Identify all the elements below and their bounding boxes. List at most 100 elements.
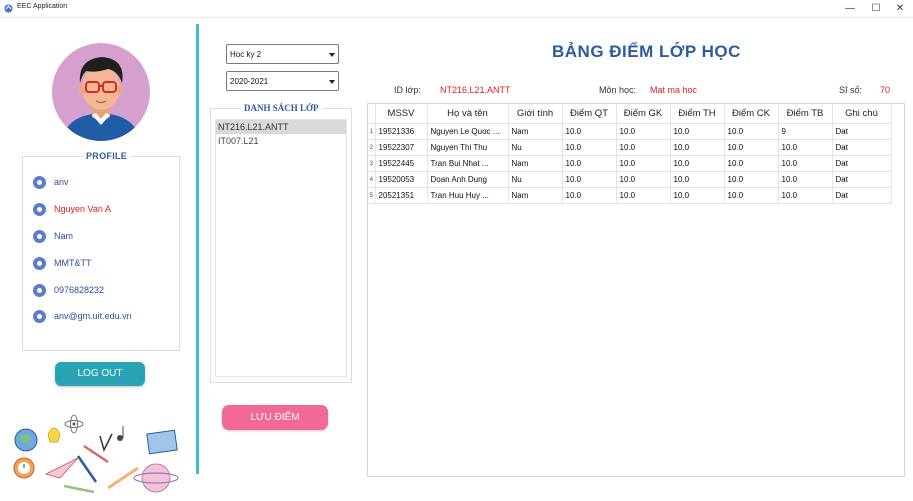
column-header-qt[interactable]: Điểm QT (562, 104, 617, 124)
table-header-row: MSSV Họ và tên Giới tính Điểm QT Điểm GK… (368, 104, 892, 124)
column-header-gk[interactable]: Điểm GK (616, 104, 671, 124)
class-list-item[interactable]: NT216.L21.ANTT (216, 120, 346, 134)
column-header-gender[interactable]: Giới tính (508, 104, 563, 124)
cell-note[interactable]: Dat (832, 139, 892, 156)
cell-tb[interactable]: 10.0 (778, 187, 833, 204)
cell-gender[interactable]: Nam (508, 155, 563, 172)
person-icon (33, 202, 46, 216)
window-title: EEC Application (17, 3, 68, 10)
cell-gk[interactable]: 10.0 (616, 139, 671, 156)
logout-button[interactable]: LOG OUT (55, 362, 145, 386)
profile-gender: Nam (54, 231, 74, 241)
cell-ck[interactable]: 10.0 (724, 187, 779, 204)
class-listbox[interactable]: NT216.L21.ANTT IT007.L21 (215, 119, 347, 377)
cell-qt[interactable]: 10.0 (562, 171, 617, 188)
table-row[interactable]: 5 20521351 Tran Huu Huy ... Nam 10.0 10.… (368, 187, 892, 204)
cell-th[interactable]: 10.0 (670, 171, 725, 188)
cell-gk[interactable]: 10.0 (616, 171, 671, 188)
cell-note[interactable]: Dat (832, 123, 892, 140)
grades-table-container: MSSV Họ và tên Giới tính Điểm QT Điểm GK… (367, 103, 905, 477)
cell-gk[interactable]: 10.0 (616, 155, 671, 172)
cell-name[interactable]: Doan Anh Dung (427, 171, 509, 188)
email-icon (33, 309, 46, 323)
year-select-value: 2020-2021 (230, 77, 269, 86)
maximize-button[interactable]: ☐ (863, 0, 889, 17)
semester-select-value: Hoc ky 2 (230, 50, 262, 59)
cell-gender[interactable]: Nam (508, 123, 563, 140)
row-number: 3 (368, 155, 376, 172)
cell-ck[interactable]: 10.0 (724, 171, 779, 188)
cell-gk[interactable]: 10.0 (616, 187, 671, 204)
class-id-value: NT216.L21.ANTT (440, 85, 511, 95)
cell-gender[interactable]: Nu (508, 171, 563, 188)
cell-th[interactable]: 10.0 (670, 123, 725, 140)
education-doodles-illustration (13, 414, 179, 494)
profile-fullname-row: Nguyen Van A (33, 201, 111, 217)
column-header-th[interactable]: Điểm TH (670, 104, 725, 124)
class-size-label: Sĩ số: (839, 85, 863, 95)
profile-email-row: anv@gm.uit.edu.vn (33, 308, 132, 324)
class-id-label: ID lớp: (394, 85, 421, 95)
profile-phone-row: 0976828232 (33, 282, 104, 298)
cell-qt[interactable]: 10.0 (562, 123, 617, 140)
cell-gk[interactable]: 10.0 (616, 123, 671, 140)
cell-mssv[interactable]: 19522445 (375, 155, 428, 172)
row-number-header (368, 104, 376, 124)
cell-tb[interactable]: 10.0 (778, 155, 833, 172)
cell-ck[interactable]: 10.0 (724, 139, 779, 156)
profile-username-row: anv (33, 174, 69, 190)
cell-note[interactable]: Dat (832, 187, 892, 204)
cell-name[interactable]: Nguyen Le Quoc ... (427, 123, 509, 140)
cell-ck[interactable]: 10.0 (724, 155, 779, 172)
year-select[interactable]: 2020-2021 (226, 71, 339, 91)
cell-tb[interactable]: 9 (778, 123, 833, 140)
minimize-button[interactable]: — (837, 0, 863, 17)
table-row[interactable]: 1 19521336 Nguyen Le Quoc ... Nam 10.0 1… (368, 123, 892, 140)
user-id-icon (33, 175, 46, 189)
cell-mssv[interactable]: 19520053 (375, 171, 428, 188)
class-list-item[interactable]: IT007.L21 (216, 134, 346, 148)
cell-note[interactable]: Dat (832, 171, 892, 188)
column-header-ck[interactable]: Điểm CK (724, 104, 779, 124)
cell-th[interactable]: 10.0 (670, 155, 725, 172)
cell-th[interactable]: 10.0 (670, 139, 725, 156)
cell-note[interactable]: Dat (832, 155, 892, 172)
close-button[interactable]: ✕ (887, 0, 913, 17)
profile-department: MMT&TT (54, 258, 92, 268)
cell-tb[interactable]: 10.0 (778, 139, 833, 156)
row-number: 4 (368, 171, 376, 188)
class-size-value: 70 (880, 85, 891, 95)
cell-qt[interactable]: 10.0 (562, 139, 617, 156)
cell-qt[interactable]: 10.0 (562, 187, 617, 204)
cell-ck[interactable]: 10.0 (724, 123, 779, 140)
cell-name[interactable]: Tran Bui Nhat ... (427, 155, 509, 172)
profile-phone: 0976828232 (54, 285, 105, 295)
column-header-tb[interactable]: Điểm TB (778, 104, 833, 124)
cell-gender[interactable]: Nam (508, 187, 563, 204)
subject-value: Mat ma hoc (650, 85, 698, 95)
table-row[interactable]: 3 19522445 Tran Bui Nhat ... Nam 10.0 10… (368, 155, 892, 172)
cell-th[interactable]: 10.0 (670, 187, 725, 204)
table-row[interactable]: 2 19522307 Nguyen Thi Thu Nu 10.0 10.0 1… (368, 139, 892, 156)
cell-qt[interactable]: 10.0 (562, 155, 617, 172)
chevron-down-icon (329, 80, 335, 84)
column-header-note[interactable]: Ghi chú (832, 104, 892, 124)
cell-mssv[interactable]: 20521351 (375, 187, 428, 204)
cell-gender[interactable]: Nu (508, 139, 563, 156)
semester-select[interactable]: Hoc ky 2 (226, 44, 339, 64)
column-header-name[interactable]: Họ và tên (427, 104, 509, 124)
save-grades-button[interactable]: LƯU ĐIỂM (222, 405, 328, 430)
cell-mssv[interactable]: 19522307 (375, 139, 428, 156)
cell-tb[interactable]: 10.0 (778, 171, 833, 188)
user-avatar (52, 43, 150, 141)
column-header-mssv[interactable]: MSSV (375, 104, 428, 124)
cell-name[interactable]: Nguyen Thi Thu (427, 139, 509, 156)
cell-mssv[interactable]: 19521336 (375, 123, 428, 140)
subject-label: Môn học: (599, 85, 637, 95)
table-row[interactable]: 4 19520053 Doan Anh Dung Nu 10.0 10.0 10… (368, 171, 892, 188)
profile-fullname: Nguyen Van A (54, 204, 111, 214)
profile-panel: PROFILE anv Nguyen Van A Nam MMT&TT 0976… (22, 151, 180, 351)
grades-table: MSSV Họ và tên Giới tính Điểm QT Điểm GK… (368, 104, 892, 204)
phone-icon (33, 283, 46, 297)
cell-name[interactable]: Tran Huu Huy ... (427, 187, 509, 204)
